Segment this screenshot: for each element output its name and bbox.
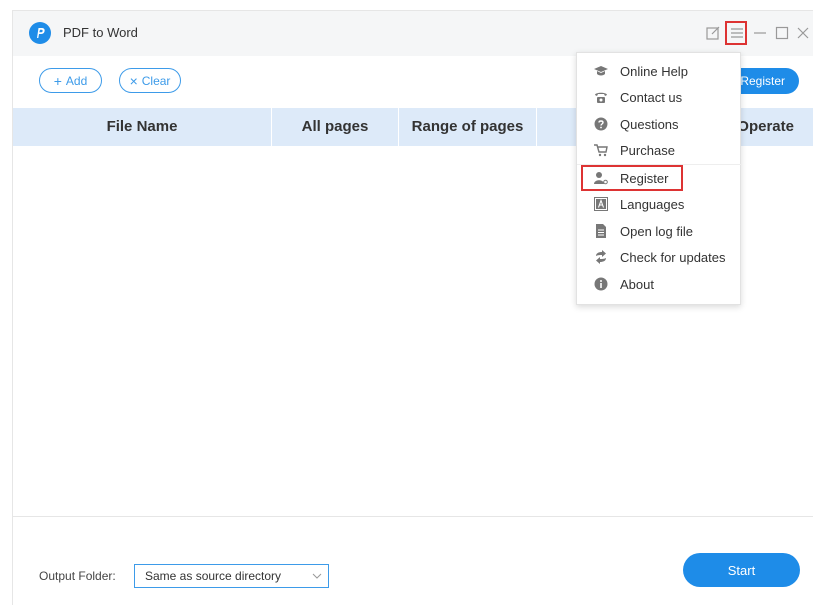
register-button-label: Register: [740, 74, 785, 88]
refresh-icon: [593, 249, 609, 265]
start-button-label: Start: [727, 562, 756, 578]
edit-icon[interactable]: [704, 24, 722, 42]
app-logo-icon: [29, 22, 51, 44]
menu-item-label: Register: [620, 170, 669, 186]
menu-item-online-help[interactable]: Online Help: [577, 58, 742, 84]
column-header-file-name: File Name: [13, 108, 272, 146]
add-button-label: Add: [65, 73, 88, 88]
menu-item-questions[interactable]: Questions: [577, 111, 742, 137]
menu-item-open-log-file[interactable]: Open log file: [577, 218, 742, 244]
language-icon: [593, 196, 609, 212]
file-icon: [593, 223, 609, 239]
graduation-cap-icon: [593, 63, 609, 79]
output-folder-label: Output Folder:: [39, 569, 116, 583]
plus-icon: +: [53, 72, 62, 89]
menu-item-label: Contact us: [620, 89, 683, 105]
footer: Output Folder: Same as source directory …: [13, 517, 813, 605]
menu-item-label: Check for updates: [620, 249, 726, 265]
clear-button[interactable]: × Clear: [119, 68, 181, 93]
menu-item-label: Open log file: [620, 223, 693, 239]
menu-item-label: Languages: [620, 196, 685, 212]
cart-icon: [593, 142, 609, 158]
column-header-all-pages: All pages: [272, 108, 399, 146]
menu-item-contact-us[interactable]: Contact us: [577, 84, 742, 110]
hamburger-menu-icon[interactable]: [725, 21, 747, 45]
chevron-down-icon: [312, 565, 322, 596]
app-title: PDF to Word: [63, 25, 138, 40]
menu-item-check-for-updates[interactable]: Check for updates: [577, 244, 742, 270]
close-icon[interactable]: [794, 24, 812, 42]
output-folder-select[interactable]: Same as source directory: [134, 564, 329, 588]
maximize-icon[interactable]: [773, 24, 791, 42]
main-menu-dropdown: Online Help Contact us Questions Purchas…: [576, 52, 742, 305]
menu-item-label: Questions: [620, 116, 679, 132]
start-button[interactable]: Start: [683, 553, 800, 587]
clear-x-icon: ×: [129, 72, 138, 89]
menu-item-label: Purchase: [620, 142, 675, 158]
clear-button-label: Clear: [141, 73, 171, 88]
menu-item-about[interactable]: About: [577, 271, 742, 297]
menu-item-label: Online Help: [620, 63, 688, 79]
add-button[interactable]: + Add: [39, 68, 102, 93]
user-key-icon: [593, 170, 609, 186]
question-icon: [593, 116, 609, 132]
menu-item-register[interactable]: Register: [581, 165, 683, 191]
title-bar: PDF to Word: [13, 11, 813, 56]
column-header-range-of-pages: Range of pages: [399, 108, 537, 146]
info-icon: [593, 276, 609, 292]
output-folder-value: Same as source directory: [145, 569, 282, 583]
minimize-icon[interactable]: [751, 24, 769, 42]
menu-item-purchase[interactable]: Purchase: [577, 137, 742, 163]
menu-item-label: About: [620, 276, 654, 292]
phone-icon: [593, 89, 609, 105]
menu-item-languages[interactable]: Languages: [577, 191, 742, 217]
